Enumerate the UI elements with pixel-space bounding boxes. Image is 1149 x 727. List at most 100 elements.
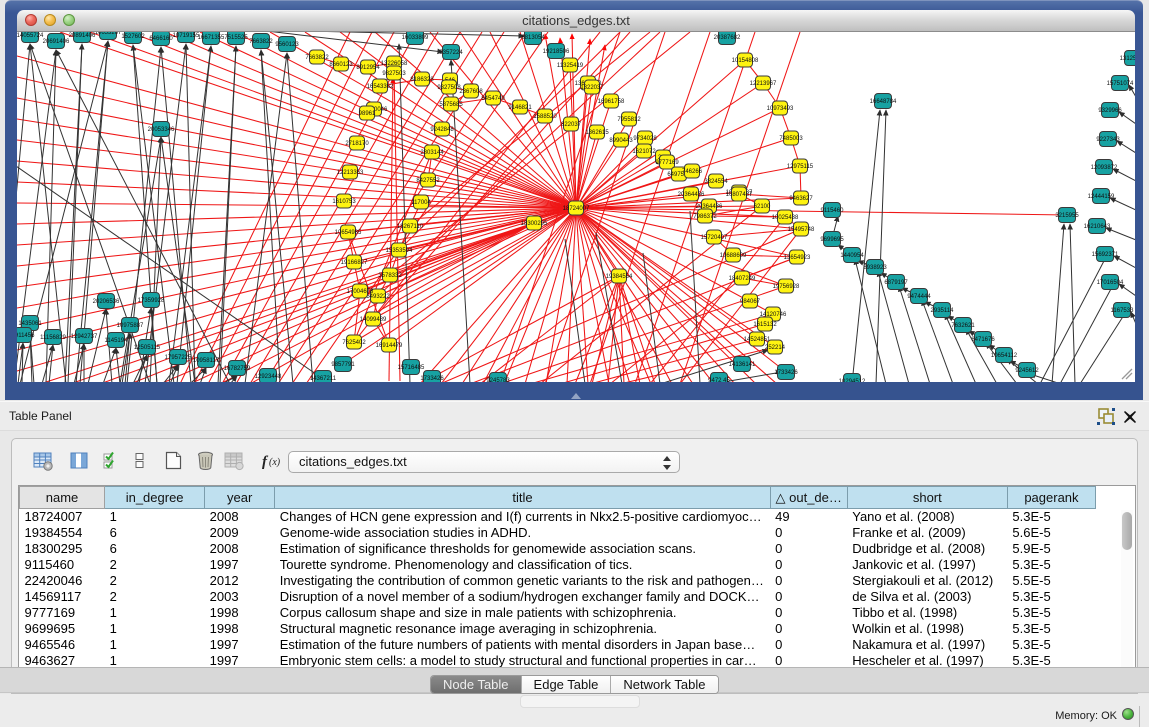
svg-text:12213363: 12213363	[337, 170, 364, 176]
svg-text:7625402: 7625402	[342, 340, 366, 346]
svg-text:10719155: 10719155	[173, 33, 200, 39]
svg-text:10807487: 10807487	[726, 192, 753, 198]
svg-text:8990443: 8990443	[609, 138, 633, 144]
svg-text:9245612: 9245612	[1015, 368, 1039, 374]
svg-text:8454749: 8454749	[481, 96, 505, 102]
svg-text:19166827: 19166827	[341, 260, 368, 266]
svg-text:18724007: 18724007	[563, 206, 590, 212]
svg-text:746266: 746266	[682, 169, 703, 175]
svg-text:9777169: 9777169	[655, 160, 679, 166]
svg-text:822037: 822037	[561, 122, 582, 128]
svg-text:16782759: 16782759	[224, 366, 251, 372]
svg-text:10653267: 10653267	[95, 32, 122, 36]
svg-text:1733426: 1733426	[774, 370, 798, 376]
svg-text:9146821: 9146821	[508, 105, 532, 111]
svg-text:10654985: 10654985	[335, 230, 362, 236]
svg-text:1588520: 1588520	[533, 114, 557, 120]
svg-text:7632621: 7632621	[951, 323, 975, 329]
svg-text:10154808: 10154808	[732, 58, 759, 64]
svg-text:20206536: 20206536	[93, 299, 120, 305]
svg-text:18300295: 18300295	[521, 221, 548, 227]
svg-text:12505115: 12505115	[134, 345, 161, 351]
svg-text:10654112: 10654112	[991, 353, 1018, 359]
svg-text:f: f	[262, 454, 269, 470]
svg-text:14055724: 14055724	[17, 33, 44, 39]
svg-text:15720407: 15720407	[701, 235, 728, 241]
svg-text:1621072: 1621072	[632, 149, 656, 155]
svg-text:1145194: 1145194	[105, 338, 129, 344]
svg-text:10294512: 10294512	[839, 379, 866, 382]
svg-text:9463627: 9463627	[789, 196, 813, 202]
svg-text:1435061: 1435061	[18, 321, 42, 327]
svg-text:10975887: 10975887	[117, 323, 144, 329]
svg-text:12975115: 12975115	[787, 164, 814, 170]
svg-text:9857791: 9857791	[331, 362, 355, 368]
svg-text:6879197: 6879197	[884, 280, 908, 286]
svg-text:2803144: 2803144	[420, 150, 444, 156]
svg-text:14524851: 14524851	[744, 337, 771, 343]
svg-text:16033809: 16033809	[402, 35, 429, 41]
svg-text:8186328: 8186328	[410, 77, 434, 83]
svg-text:1167533: 1167533	[1111, 308, 1135, 314]
svg-text:2935114: 2935114	[931, 308, 955, 314]
svg-text:19384554: 19384554	[606, 274, 633, 280]
svg-text:18407249: 18407249	[729, 276, 756, 282]
svg-text:8660123: 8660123	[329, 62, 353, 68]
svg-text:20387682: 20387682	[714, 35, 741, 41]
svg-text:14367211: 14367211	[310, 376, 337, 382]
svg-text:16671355: 16671355	[198, 35, 225, 41]
svg-text:9734028: 9734028	[633, 136, 657, 142]
svg-text:16961758: 16961758	[598, 99, 625, 105]
svg-text:98961: 98961	[359, 111, 376, 117]
svg-text:5875685: 5875685	[439, 102, 463, 108]
svg-text:1322037: 1322037	[580, 85, 604, 91]
svg-text:16648784: 16648784	[870, 99, 897, 105]
svg-text:1362615: 1362615	[585, 130, 609, 136]
svg-text:9115460: 9115460	[821, 208, 845, 214]
svg-text:20053346: 20053346	[148, 127, 175, 133]
svg-text:117004: 117004	[411, 200, 431, 206]
svg-text:9472 45: 9472 45	[708, 378, 730, 382]
svg-text:3215955: 3215955	[1055, 213, 1079, 219]
svg-text:13654923: 13654923	[784, 255, 811, 261]
svg-text:7485003: 7485003	[779, 136, 803, 142]
svg-text:3824554: 3824554	[704, 179, 728, 185]
svg-text:9227343: 9227343	[1096, 137, 1120, 143]
svg-text:17359928: 17359928	[138, 298, 165, 304]
svg-text:984067: 984067	[740, 299, 761, 305]
svg-text:1440954: 1440954	[840, 253, 864, 259]
svg-text:10688609: 10688609	[720, 253, 747, 259]
svg-text:10958117: 10958117	[193, 358, 220, 364]
svg-text:9560123: 9560123	[275, 42, 299, 48]
svg-text:14099489: 14099489	[360, 317, 387, 323]
svg-text:16914479: 16914479	[376, 343, 403, 349]
svg-text:7663822: 7663822	[249, 39, 273, 45]
svg-text:2718170: 2718170	[345, 141, 369, 147]
svg-text:15353594: 15353594	[386, 248, 413, 254]
svg-text:8427552: 8427552	[416, 178, 440, 184]
svg-text:9474444: 9474444	[907, 294, 931, 300]
svg-text:8813054: 8813054	[521, 35, 545, 41]
svg-text:11156829: 11156829	[40, 335, 66, 341]
svg-text:7663822: 7663822	[305, 55, 329, 61]
svg-text:9827503: 9827503	[382, 71, 406, 77]
svg-text:8912954: 8912954	[356, 65, 380, 71]
svg-text:20891406: 20891406	[69, 33, 96, 39]
svg-text:15495748: 15495748	[788, 227, 815, 233]
svg-text:9245783: 9245783	[486, 378, 510, 382]
svg-text:6466160: 6466160	[149, 36, 173, 42]
svg-text:7986372: 7986372	[693, 214, 717, 220]
svg-text:9327508: 9327508	[437, 85, 461, 91]
svg-text:14136141: 14136141	[729, 362, 756, 368]
svg-text:19756928: 19756928	[773, 284, 800, 290]
svg-text:7515525: 7515525	[224, 35, 248, 41]
svg-text:10973493: 10973493	[767, 106, 794, 112]
svg-text:12093872: 12093872	[1091, 165, 1118, 171]
svg-text:(x): (x)	[269, 457, 281, 468]
svg-text:1610753: 1610753	[332, 199, 356, 205]
svg-text:12213967: 12213967	[750, 81, 777, 87]
svg-text:15751074: 15751074	[1107, 81, 1134, 87]
svg-text:1527602: 1527602	[121, 34, 145, 40]
svg-text:17004678: 17004678	[347, 289, 374, 295]
svg-text:3578332: 3578332	[378, 273, 402, 279]
